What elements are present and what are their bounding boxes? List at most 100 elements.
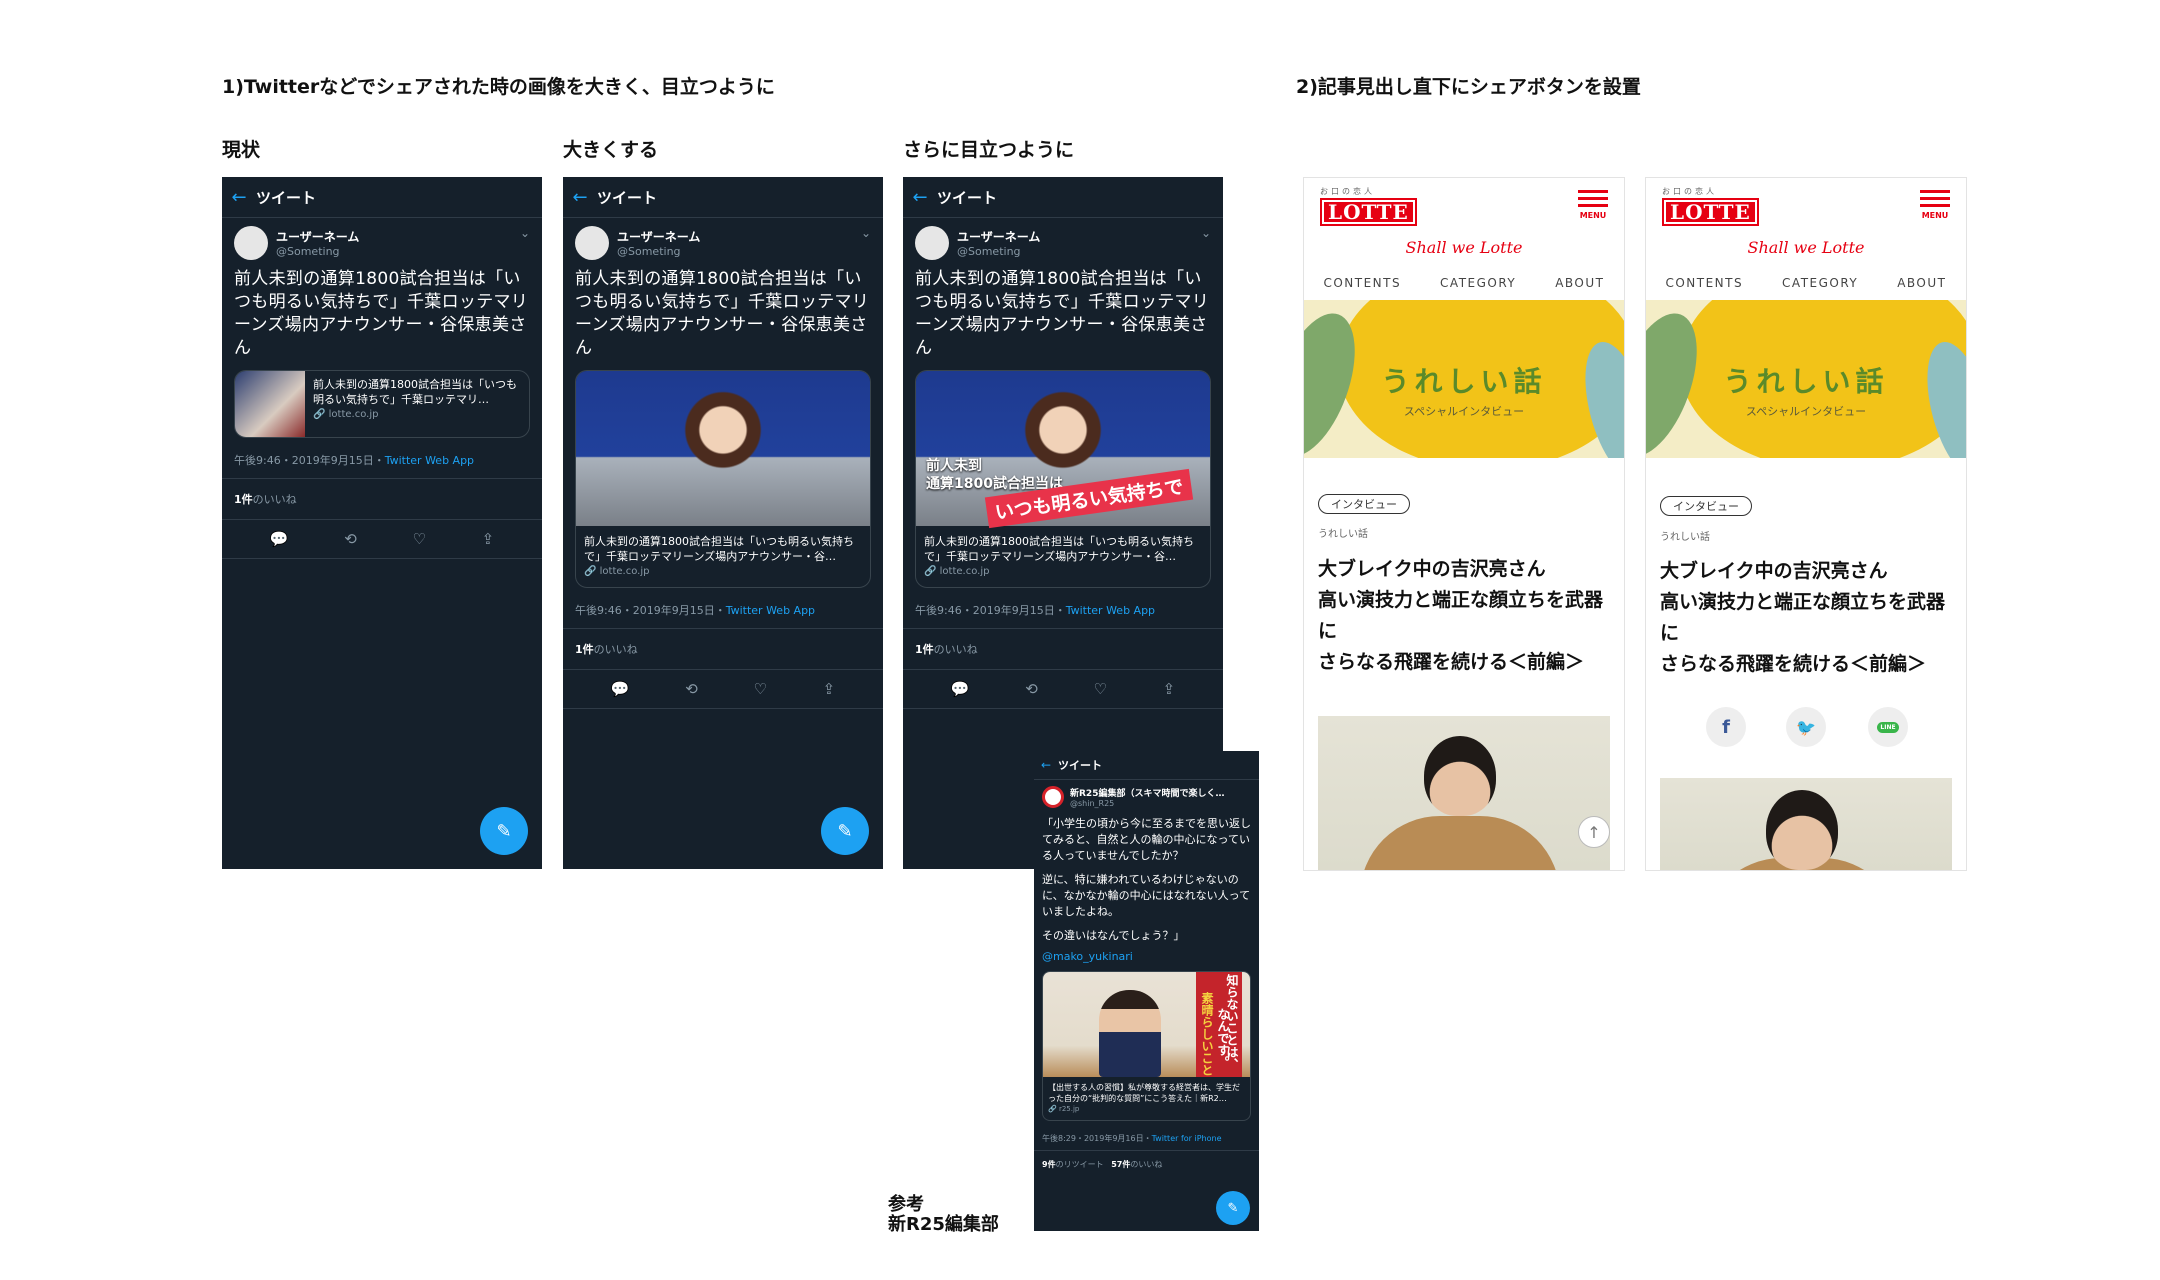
- site-script-logo[interactable]: Shall we Lotte: [1304, 238, 1624, 257]
- nav-about[interactable]: ABOUT: [1897, 276, 1946, 290]
- card-image: 知らないことは、 素晴らしいこと なんです。: [1043, 972, 1250, 1077]
- share-icon[interactable]: ⇪: [1163, 680, 1176, 698]
- username[interactable]: ユーザーネーム: [276, 228, 359, 245]
- mention-link[interactable]: @mako_yukinari: [1034, 944, 1259, 963]
- likes-count[interactable]: 57件: [1111, 1160, 1130, 1169]
- like-icon[interactable]: ♡: [753, 680, 766, 698]
- link-icon: 🔗: [313, 409, 326, 420]
- reference-label: 参考: [888, 1194, 924, 1215]
- username[interactable]: 新R25編集部（スキマ時間で楽しく…: [1070, 786, 1224, 799]
- user-handle[interactable]: @Someting: [617, 245, 700, 258]
- article-title-line3: さらなる飛躍を続ける＜前編＞: [1660, 653, 1927, 675]
- retweet-icon[interactable]: ⟲: [344, 530, 357, 548]
- card-domain: r25.jp: [1058, 1105, 1080, 1113]
- category-tag[interactable]: インタビュー: [1318, 494, 1410, 514]
- scroll-top-button[interactable]: ↑: [1578, 816, 1610, 848]
- lotte-logo[interactable]: LOTTE: [1662, 198, 1759, 226]
- like-icon[interactable]: ♡: [412, 530, 425, 548]
- tweet-text: 前人未到の通算1800試合担当は「いつも明るい気持ちで」千葉ロッテマリーンズ場内…: [575, 269, 870, 358]
- chevron-down-icon[interactable]: ⌄: [1201, 226, 1211, 240]
- tweet-header: ← ツイート: [903, 177, 1223, 218]
- nav-contents[interactable]: CONTENTS: [1323, 276, 1401, 290]
- reply-icon[interactable]: 💬: [611, 680, 630, 698]
- share-icon[interactable]: ⇪: [482, 530, 495, 548]
- link-card-large[interactable]: 前人未到の通算1800試合担当は「いつも明るい気持ちで」千葉ロッテマリーンズ場内…: [575, 370, 871, 588]
- back-arrow-icon[interactable]: ←: [563, 187, 597, 208]
- menu-button[interactable]: MENU: [1578, 190, 1608, 220]
- reply-icon[interactable]: 💬: [951, 680, 970, 698]
- article-title: 大ブレイク中の吉沢亮さん 高い演技力と端正な顔立ちを武器に さらなる飛躍を続ける…: [1660, 556, 1952, 680]
- link-card-small[interactable]: 前人未到の通算1800試合担当は「いつも明るい気持ちで」千葉ロッテマリ… 🔗 l…: [234, 370, 530, 438]
- site-nav: CONTENTS CATEGORY ABOUT: [1304, 276, 1624, 290]
- likes-label: のいいね: [252, 493, 297, 506]
- facebook-icon: f: [1722, 716, 1730, 738]
- hamburger-icon: [1920, 190, 1950, 193]
- label-stand-out: さらに目立つように: [903, 139, 1075, 161]
- retweets-count[interactable]: 9件: [1042, 1160, 1056, 1169]
- article-title-line3: さらなる飛躍を続ける＜前編＞: [1318, 651, 1585, 673]
- banner-text-highlight: 素晴らしいこと: [1200, 992, 1214, 1076]
- like-icon[interactable]: ♡: [1093, 680, 1106, 698]
- lotte-logo[interactable]: LOTTE: [1320, 198, 1417, 226]
- article-title-line2: 高い演技力と端正な顔立ちを武器に: [1660, 591, 1946, 644]
- back-arrow-icon[interactable]: ←: [903, 187, 937, 208]
- article-title-line1: 大ブレイク中の吉沢亮さん: [1318, 558, 1546, 580]
- nav-category[interactable]: CATEGORY: [1440, 276, 1516, 290]
- article-title: 大ブレイク中の吉沢亮さん 高い演技力と端正な顔立ちを武器に さらなる飛躍を続ける…: [1318, 554, 1610, 678]
- user-handle[interactable]: @Someting: [957, 245, 1040, 258]
- tweet-header-title: ツイート: [597, 188, 658, 207]
- nav-about[interactable]: ABOUT: [1555, 276, 1604, 290]
- compose-button[interactable]: ✎: [480, 807, 528, 855]
- compose-button[interactable]: ✎: [821, 807, 869, 855]
- tweet-header-title: ツイート: [1058, 759, 1102, 772]
- share-twitter-button[interactable]: 🐦: [1786, 707, 1826, 747]
- site-script-logo[interactable]: Shall we Lotte: [1646, 238, 1966, 257]
- tweet-via[interactable]: Twitter Web App: [726, 604, 815, 617]
- tweet-likes[interactable]: 1件のいいね: [563, 629, 883, 670]
- username[interactable]: ユーザーネーム: [957, 228, 1040, 245]
- tweet-user: 新R25編集部（スキマ時間で楽しく… @shin_R25: [1034, 780, 1259, 808]
- username[interactable]: ユーザーネーム: [617, 228, 700, 245]
- retweets-label: のリツイート: [1055, 1160, 1104, 1169]
- tweet-user: ユーザーネーム @Someting ⌄: [222, 218, 542, 260]
- reply-icon[interactable]: 💬: [270, 530, 289, 548]
- back-arrow-icon[interactable]: ←: [222, 187, 256, 208]
- user-handle[interactable]: @Someting: [276, 245, 359, 258]
- tweet-header-title: ツイート: [937, 188, 998, 207]
- tweet-via[interactable]: Twitter for iPhone: [1152, 1134, 1222, 1143]
- menu-label: MENU: [1579, 211, 1607, 220]
- avatar[interactable]: [575, 226, 609, 260]
- link-card-large[interactable]: 知らないことは、 素晴らしいこと なんです。 【出世する人の習慣】私が尊敬する経…: [1042, 971, 1251, 1121]
- share-line-button[interactable]: LINE: [1868, 707, 1908, 747]
- link-card-large-overlay[interactable]: 前人未到 通算1800試合担当は いつも明るい気持ちで 前人未到の通算1800試…: [915, 370, 1211, 588]
- tweet-phone-current: ← ツイート ユーザーネーム @Someting ⌄ 前人未到の通算1800試合…: [222, 177, 542, 869]
- avatar[interactable]: [234, 226, 268, 260]
- tweet-phone-bigger: ← ツイート ユーザーネーム @Someting ⌄ 前人未到の通算1800試合…: [563, 177, 883, 869]
- retweet-icon[interactable]: ⟲: [1025, 680, 1038, 698]
- retweet-icon[interactable]: ⟲: [685, 680, 698, 698]
- chevron-down-icon[interactable]: ⌄: [861, 226, 871, 240]
- category-tag[interactable]: インタビュー: [1660, 496, 1752, 516]
- share-icon[interactable]: ⇪: [823, 680, 836, 698]
- person-figure: [1099, 990, 1161, 1077]
- user-handle[interactable]: @shin_R25: [1070, 799, 1224, 808]
- tweet-via[interactable]: Twitter Web App: [385, 454, 474, 467]
- nav-category[interactable]: CATEGORY: [1782, 276, 1858, 290]
- avatar[interactable]: [1042, 786, 1064, 808]
- compose-button[interactable]: ✎: [1216, 1191, 1250, 1225]
- nav-contents[interactable]: CONTENTS: [1665, 276, 1743, 290]
- share-facebook-button[interactable]: f: [1706, 707, 1746, 747]
- back-arrow-icon[interactable]: ←: [1034, 758, 1058, 772]
- chevron-down-icon[interactable]: ⌄: [520, 226, 530, 240]
- tweet-via[interactable]: Twitter Web App: [1066, 604, 1155, 617]
- tweet-time: 午後8:29・2019年9月16日・: [1042, 1134, 1152, 1143]
- tweet-likes[interactable]: 1件のいいね: [222, 479, 542, 520]
- card-text: 前人未到の通算1800試合担当は「いつも明るい気持ちで」千葉ロッテマリーンズ場内…: [584, 535, 854, 563]
- avatar[interactable]: [915, 226, 949, 260]
- tweet-actions: 💬 ⟲ ♡ ⇪: [222, 520, 542, 559]
- tweet-likes[interactable]: 1件のいいね: [903, 629, 1223, 670]
- hamburger-icon: [1578, 190, 1608, 193]
- tweet-user: ユーザーネーム @Someting ⌄: [903, 218, 1223, 260]
- tweet-time: 午後9:46・2019年9月15日・: [575, 604, 726, 617]
- menu-button[interactable]: MENU: [1920, 190, 1950, 220]
